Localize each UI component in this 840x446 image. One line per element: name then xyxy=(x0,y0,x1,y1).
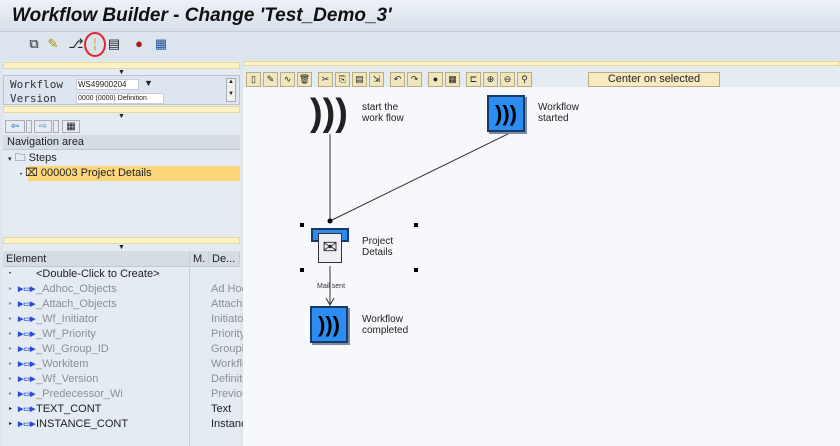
mail-icon[interactable]: ✉ xyxy=(318,233,342,263)
workflow-edges xyxy=(325,132,511,307)
edge-started xyxy=(329,132,511,222)
selection-handle[interactable] xyxy=(414,268,418,272)
project-node-label: Project Details xyxy=(362,236,394,258)
workflow-completed-icon[interactable]: ))) xyxy=(310,306,348,343)
started-node-label: Workflow started xyxy=(538,102,579,124)
selection-handle[interactable] xyxy=(414,223,418,227)
workflow-started-icon[interactable]: ))) xyxy=(487,95,525,132)
selection-handle[interactable] xyxy=(300,223,304,227)
start-node-label: start the work flow xyxy=(362,102,404,124)
selection-handle[interactable] xyxy=(300,268,304,272)
completed-node-label: Workflow completed xyxy=(362,314,409,336)
start-event-icon[interactable]: ))) xyxy=(310,93,348,133)
edge-label: Mail sent xyxy=(317,283,346,290)
edge-junction xyxy=(327,218,333,224)
